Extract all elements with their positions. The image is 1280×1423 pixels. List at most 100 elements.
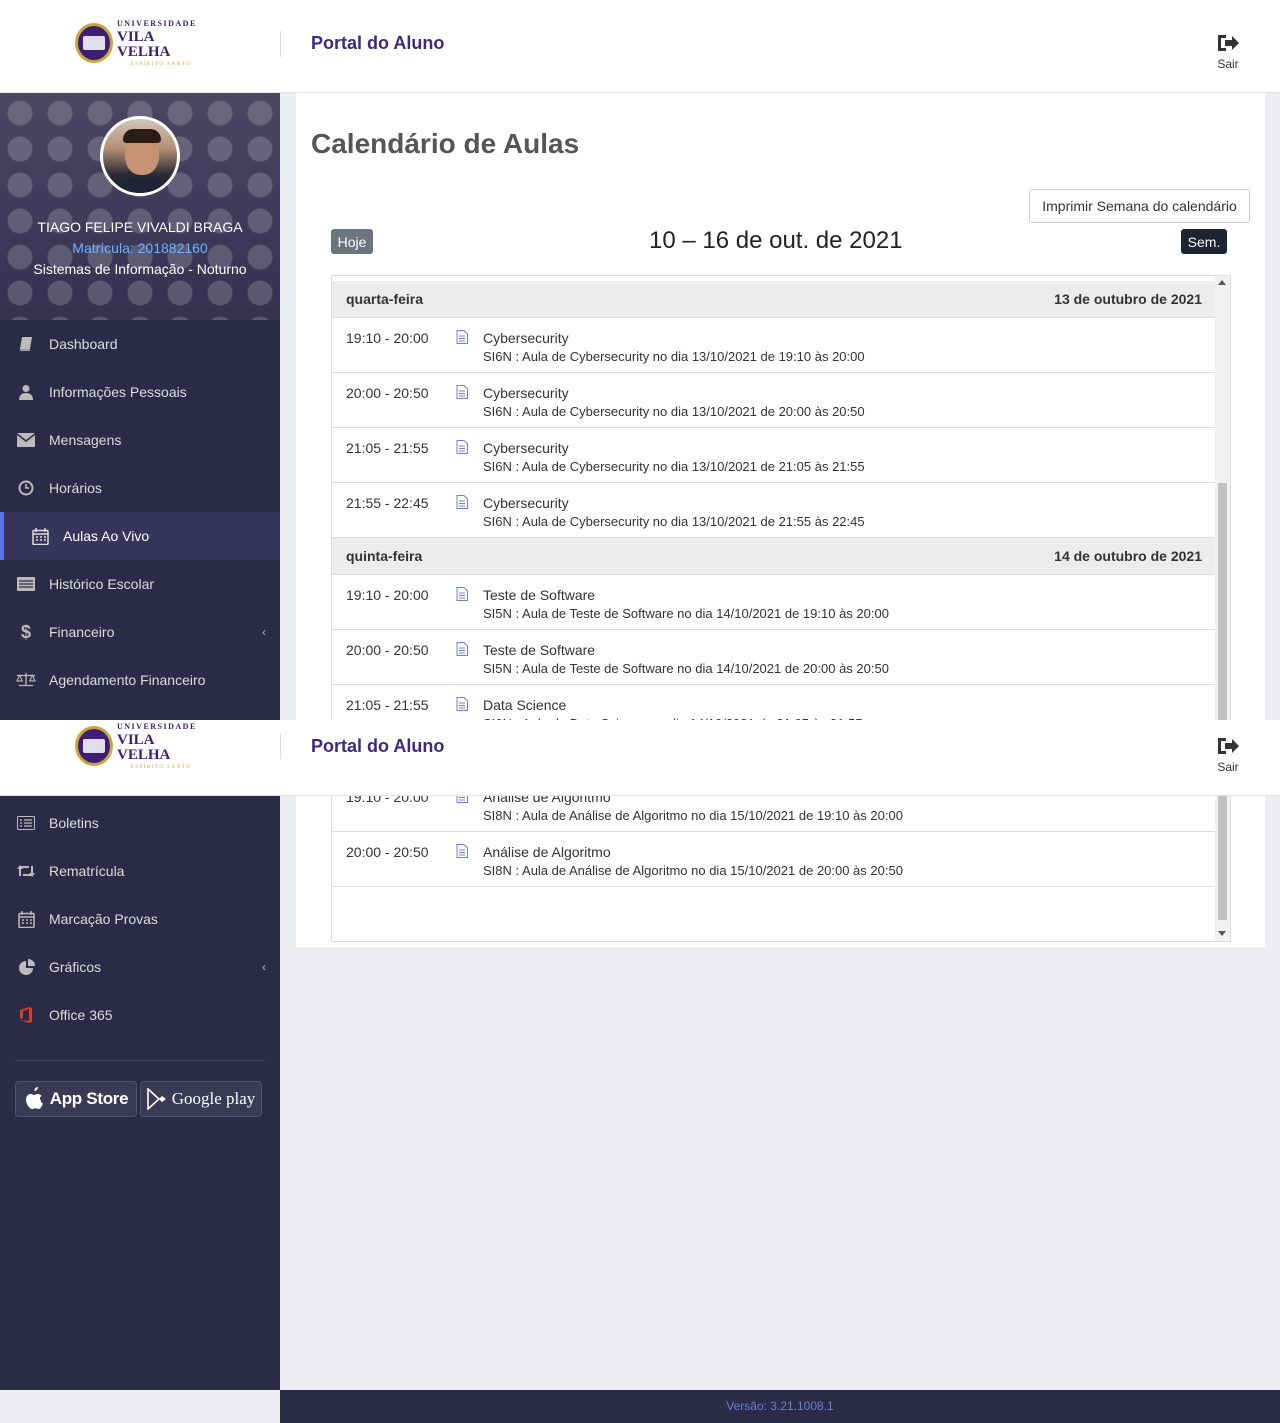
sidebar-item-boletins[interactable]: Boletins: [0, 799, 280, 847]
sticky-header: UNIVERSIDADE VILA VELHA ESPÍRITO SANTO P…: [0, 720, 1280, 796]
user-icon: [16, 382, 36, 402]
event-row[interactable]: 20:00 - 20:50 Teste de Software SI5N : Aul…: [332, 630, 1216, 685]
avatar: [100, 116, 180, 196]
apple-icon: [25, 1087, 43, 1109]
sidebar-item-dashboard[interactable]: Dashboard: [0, 320, 280, 368]
event-title[interactable]: Cybersecurity: [483, 330, 569, 346]
event-title[interactable]: Análise de Algoritmo: [483, 844, 611, 860]
profile-card: TIAGO FELIPE VIVALDI BRAGA Matrícula: 20…: [0, 93, 280, 320]
event-title[interactable]: Cybersecurity: [483, 495, 569, 511]
event-title[interactable]: Cybersecurity: [483, 440, 569, 456]
clock-icon: [16, 478, 36, 498]
scroll-up-arrow-icon[interactable]: [1218, 280, 1226, 285]
sidebar-menu: Dashboard Informações Pessoais Mensagens…: [0, 320, 280, 704]
sidebar-item-historico-escolar[interactable]: Histórico Escolar: [0, 560, 280, 608]
sidebar-item-office-365[interactable]: Office 365: [0, 991, 280, 1039]
scroll-thumb[interactable]: [1218, 483, 1227, 920]
portal-title: Portal do Aluno: [311, 33, 445, 53]
calendar-scrollbar[interactable]: [1215, 276, 1230, 941]
document-icon: [456, 385, 468, 404]
event-time: 19:10 - 20:00: [346, 330, 429, 346]
document-icon: [456, 642, 468, 661]
dollar-icon: $: [20, 621, 31, 642]
sidebar-item-aulas-ao-vivo[interactable]: Aulas Ao Vivo: [0, 512, 280, 560]
day-weekday: quinta-feira: [346, 548, 423, 564]
event-description: SI8N : Aula de Análise de Algoritmo no d…: [483, 863, 903, 878]
list-icon: [16, 574, 36, 594]
document-icon: [456, 495, 468, 514]
logout-label: Sair: [1217, 760, 1239, 774]
event-title[interactable]: Teste de Software: [483, 642, 595, 658]
day-date: 13 de outubro de 2021: [1054, 291, 1202, 307]
event-description: SI6N : Aula de Cybersecurity no dia 13/1…: [483, 459, 865, 474]
retweet-icon: [16, 861, 36, 881]
event-title[interactable]: Cybersecurity: [483, 385, 569, 401]
sidebar-item-label: Gráficos: [49, 959, 102, 975]
day-weekday: quarta-feira: [346, 291, 424, 307]
sidebar-item-mensagens[interactable]: Mensagens: [0, 416, 280, 464]
header-divider: [280, 733, 281, 759]
sidebar-item-graficos[interactable]: Gráficos ‹: [0, 943, 280, 991]
sidebar-item-label: Mensagens: [49, 432, 122, 448]
sidebar-item-informacoes-pessoais[interactable]: Informações Pessoais: [0, 368, 280, 416]
print-week-button[interactable]: Imprimir Semana do calendário: [1029, 189, 1250, 223]
header-divider: [280, 31, 281, 57]
sidebar-item-rematricula[interactable]: Rematrícula: [0, 847, 280, 895]
sidebar-item-label: Dashboard: [49, 336, 118, 352]
university-logo[interactable]: UNIVERSIDADE VILA VELHA ESPÍRITO SANTO: [75, 19, 205, 67]
sidebar-item-agendamento-financeiro[interactable]: Agendamento Financeiro: [0, 656, 280, 704]
app-store-button[interactable]: App Store: [15, 1081, 137, 1117]
scroll-down-arrow-icon[interactable]: [1218, 931, 1226, 936]
calendar-list[interactable]: quarta-feira 13 de outubro de 2021 19:10 -…: [331, 275, 1231, 942]
logo-sub-text: ESPÍRITO SANTO: [130, 61, 192, 67]
page-title: Calendário de Aulas: [311, 128, 580, 159]
logout-label: Sair: [1217, 57, 1239, 71]
logout-button[interactable]: Sair: [1210, 32, 1246, 71]
event-description: SI6N : Aula de Cybersecurity no dia 13/1…: [483, 349, 865, 364]
sidebar-item-marcacao-provas[interactable]: Marcação Provas: [0, 895, 280, 943]
day-date: 14 de outubro de 2021: [1054, 548, 1202, 564]
document-icon: [456, 330, 468, 349]
event-row[interactable]: 20:00 - 20:50 Análise de Algoritmo SI8N : …: [332, 832, 1216, 887]
today-button[interactable]: Hoje: [331, 229, 373, 254]
event-time: 21:55 - 22:45: [346, 495, 429, 511]
sidebar-item-financeiro[interactable]: $ Financeiro ‹: [0, 608, 280, 656]
balance-scale-icon: [16, 670, 36, 690]
google-play-button[interactable]: Google play: [140, 1081, 262, 1117]
sidebar-item-horarios[interactable]: Horários: [0, 464, 280, 512]
university-seal-icon: [75, 23, 113, 63]
event-row[interactable]: 21:05 - 21:55 Cybersecurity SI6N : Aula de…: [332, 428, 1216, 483]
sidebar-item-label: Boletins: [49, 815, 99, 831]
student-name: TIAGO FELIPE VIVALDI BRAGA: [37, 219, 243, 235]
version-label: Versão: 3.21.1008.1: [726, 1399, 834, 1413]
event-time: 21:05 - 21:55: [346, 697, 429, 713]
sidebar-item-label: Marcação Provas: [49, 911, 158, 927]
event-row[interactable]: 19:10 - 20:00 Teste de Software SI5N : Aul…: [332, 575, 1216, 630]
event-description: SI6N : Aula de Cybersecurity no dia 13/1…: [483, 404, 865, 419]
university-seal-icon: [75, 726, 113, 766]
top-header: UNIVERSIDADE VILA VELHA ESPÍRITO SANTO P…: [0, 0, 1280, 93]
event-title[interactable]: Teste de Software: [483, 587, 595, 603]
logo-main-text: VILA VELHA: [117, 731, 171, 763]
document-icon: [456, 697, 468, 716]
footer: Versão: 3.21.1008.1: [280, 1390, 1280, 1423]
google-play-label: Google play: [171, 1089, 256, 1108]
logout-button[interactable]: Sair: [1210, 735, 1246, 774]
portal-title: Portal do Aluno: [311, 736, 445, 756]
student-matricula: Matrícula: 201882160: [72, 240, 208, 256]
university-logo[interactable]: UNIVERSIDADE VILA VELHA ESPÍRITO SANTO: [75, 722, 205, 770]
event-title[interactable]: Data Science: [483, 697, 566, 713]
document-icon: [456, 587, 468, 606]
chevron-left-icon: ‹: [262, 960, 266, 974]
event-description: SI8N : Aula de Análise de Algoritmo no d…: [483, 808, 903, 823]
date-range-title: 10 – 16 de out. de 2021: [649, 227, 903, 254]
event-row[interactable]: 20:00 - 20:50 Cybersecurity SI6N : Aula de…: [332, 373, 1216, 428]
day-header: quinta-feira 14 de outubro de 2021: [332, 538, 1216, 575]
event-time: 19:10 - 20:00: [346, 587, 429, 603]
event-row[interactable]: 19:10 - 20:00 Cybersecurity SI6N : Aula de…: [332, 318, 1216, 373]
sidebar-item-label: Histórico Escolar: [49, 576, 155, 592]
envelope-icon: [16, 430, 36, 450]
event-row[interactable]: 21:55 - 22:45 Cybersecurity SI6N : Aula de…: [332, 483, 1216, 538]
week-view-button[interactable]: Sem.: [1181, 229, 1227, 254]
event-time: 20:00 - 20:50: [346, 642, 429, 658]
